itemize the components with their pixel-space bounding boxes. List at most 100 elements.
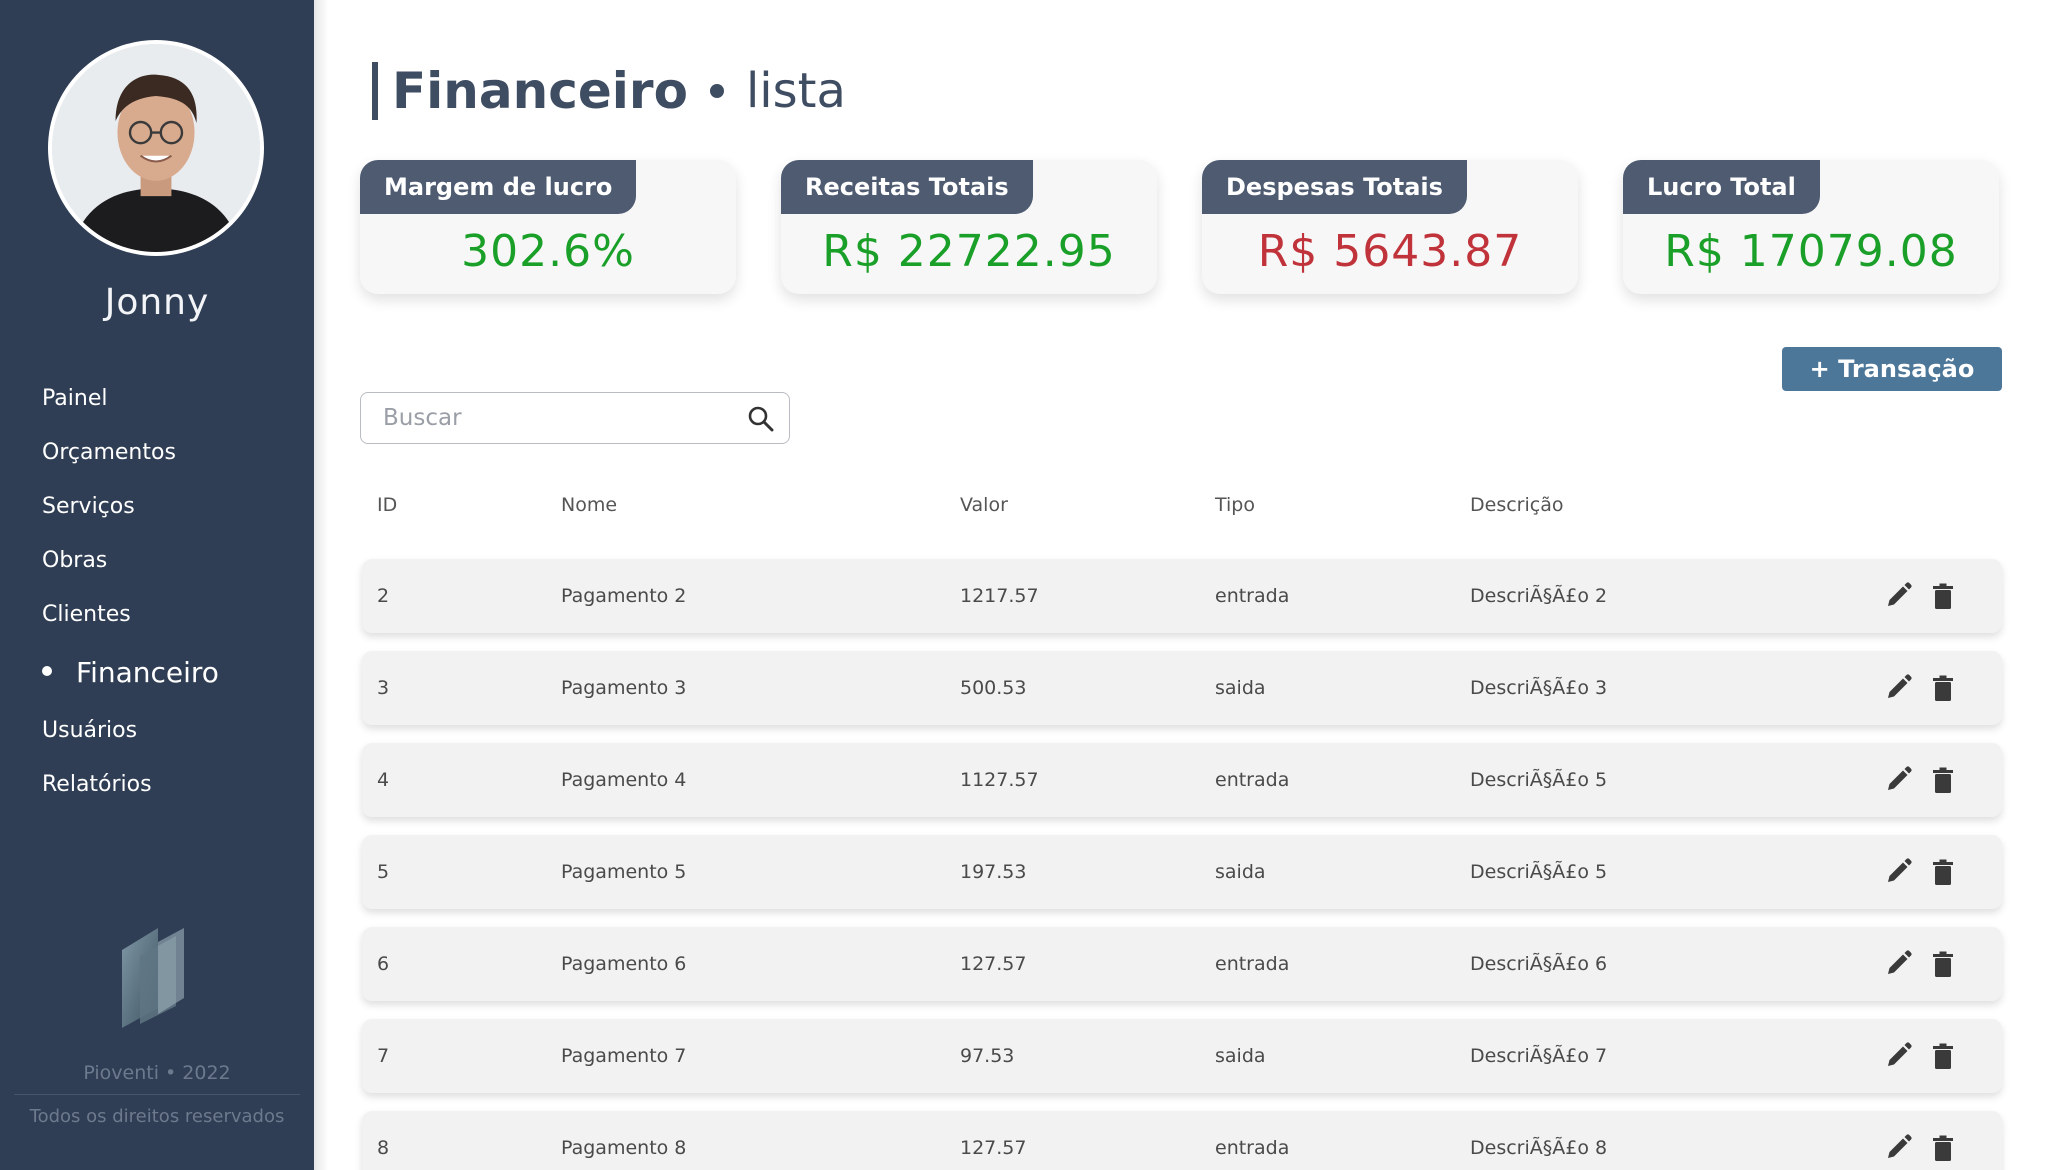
table-row: 2 Pagamento 2 1217.57 entrada DescriÃ§Ã£… (362, 559, 2002, 633)
pencil-icon[interactable] (1882, 672, 1914, 704)
search-icon[interactable] (747, 405, 775, 433)
user-name: Jonny (104, 282, 210, 323)
cell-valor: 500.53 (960, 677, 1027, 699)
cell-descricao: DescriÃ§Ã£o 6 (1470, 953, 1608, 975)
sidebar: Jonny Painel Orçamentos Serviços Obras C… (0, 0, 314, 1170)
search-input[interactable] (383, 393, 723, 443)
cell-descricao: DescriÃ§Ã£o 7 (1470, 1045, 1608, 1067)
cell-tipo: entrada (1215, 585, 1290, 607)
pencil-icon[interactable] (1882, 1132, 1914, 1164)
cell-nome: Pagamento 2 (561, 585, 687, 607)
stat-card-label: Despesas Totais (1202, 160, 1467, 214)
footer-brand: Pioventi • 2022 (83, 1062, 231, 1084)
cell-id: 7 (377, 1045, 390, 1067)
pencil-icon[interactable] (1882, 580, 1914, 612)
table-row: 7 Pagamento 7 97.53 saida DescriÃ§Ã£o 7 (362, 1019, 2002, 1093)
footer-rights: Todos os direitos reservados (29, 1106, 285, 1127)
cell-nome: Pagamento 5 (561, 861, 687, 883)
cell-nome: Pagamento 6 (561, 953, 687, 975)
cell-id: 8 (377, 1137, 390, 1159)
cell-descricao: DescriÃ§Ã£o 2 (1470, 585, 1608, 607)
pencil-icon[interactable] (1882, 764, 1914, 796)
add-transaction-button[interactable]: + Transação (1782, 347, 2002, 391)
page-title: Financeiro lista (372, 62, 846, 120)
cell-valor: 1127.57 (960, 769, 1039, 791)
column-header-tipo: Tipo (1215, 494, 1255, 516)
sidebar-item-relatorios[interactable]: Relatórios (42, 772, 152, 797)
table-row: 5 Pagamento 5 197.53 saida DescriÃ§Ã£o 5 (362, 835, 2002, 909)
cell-id: 6 (377, 953, 390, 975)
cell-tipo: entrada (1215, 1137, 1290, 1159)
cell-tipo: entrada (1215, 953, 1290, 975)
stat-card-value: 302.6% (461, 226, 635, 277)
cell-nome: Pagamento 4 (561, 769, 687, 791)
cell-nome: Pagamento 3 (561, 677, 687, 699)
stat-card-lucro: Lucro Total R$ 17079.08 (1623, 160, 1999, 294)
cell-descricao: DescriÃ§Ã£o 5 (1470, 769, 1608, 791)
user-photo (52, 44, 260, 252)
stat-card-value: R$ 17079.08 (1664, 226, 1958, 277)
cell-id: 2 (377, 585, 390, 607)
cell-valor: 127.57 (960, 953, 1027, 975)
stat-card-margem: Margem de lucro 302.6% (360, 160, 736, 294)
stat-card-value: R$ 22722.95 (822, 226, 1116, 277)
trash-icon[interactable] (1927, 672, 1959, 704)
footer-divider (14, 1094, 300, 1095)
page-title-main: Financeiro (392, 62, 688, 120)
active-indicator-dot (42, 666, 52, 676)
cell-descricao: DescriÃ§Ã£o 3 (1470, 677, 1608, 699)
table-row: 6 Pagamento 6 127.57 entrada DescriÃ§Ã£o… (362, 927, 2002, 1001)
column-header-nome: Nome (561, 494, 618, 516)
cell-id: 5 (377, 861, 390, 883)
sidebar-item-painel[interactable]: Painel (42, 386, 107, 411)
cell-id: 3 (377, 677, 390, 699)
stat-card-despesas: Despesas Totais R$ 5643.87 (1202, 160, 1578, 294)
table-row: 4 Pagamento 4 1127.57 entrada DescriÃ§Ã£… (362, 743, 2002, 817)
table-row: 8 Pagamento 8 127.57 entrada DescriÃ§Ã£o… (362, 1111, 2002, 1170)
sidebar-item-servicos[interactable]: Serviços (42, 494, 135, 519)
column-header-descricao: Descrição (1470, 494, 1564, 516)
cell-tipo: saida (1215, 1045, 1266, 1067)
cell-id: 4 (377, 769, 390, 791)
pencil-icon[interactable] (1882, 948, 1914, 980)
cell-nome: Pagamento 7 (561, 1045, 687, 1067)
title-separator-dot (709, 84, 724, 98)
sidebar-item-obras[interactable]: Obras (42, 548, 107, 573)
stat-card-label: Lucro Total (1623, 160, 1820, 214)
trash-icon[interactable] (1927, 948, 1959, 980)
trash-icon[interactable] (1927, 1132, 1959, 1164)
sidebar-item-clientes[interactable]: Clientes (42, 602, 131, 627)
trash-icon[interactable] (1927, 764, 1959, 796)
stat-card-label: Receitas Totais (781, 160, 1033, 214)
column-header-id: ID (377, 494, 398, 516)
page-title-subtitle: lista (745, 63, 846, 119)
cell-tipo: saida (1215, 677, 1266, 699)
cell-valor: 97.53 (960, 1045, 1015, 1067)
cell-valor: 1217.57 (960, 585, 1039, 607)
cell-descricao: DescriÃ§Ã£o 5 (1470, 861, 1608, 883)
stat-card-value: R$ 5643.87 (1257, 226, 1523, 277)
avatar[interactable] (48, 40, 264, 256)
table-row: 3 Pagamento 3 500.53 saida DescriÃ§Ã£o 3 (362, 651, 2002, 725)
company-logo-icon (122, 928, 184, 1028)
cell-nome: Pagamento 8 (561, 1137, 687, 1159)
cell-valor: 127.57 (960, 1137, 1027, 1159)
sidebar-item-label: Financeiro (76, 656, 219, 689)
trash-icon[interactable] (1927, 1040, 1959, 1072)
search-box (360, 392, 790, 444)
pencil-icon[interactable] (1882, 856, 1914, 888)
trash-icon[interactable] (1927, 856, 1959, 888)
cell-tipo: entrada (1215, 769, 1290, 791)
column-header-valor: Valor (960, 494, 1008, 516)
cell-valor: 197.53 (960, 861, 1027, 883)
stat-card-receitas: Receitas Totais R$ 22722.95 (781, 160, 1157, 294)
sidebar-item-usuarios[interactable]: Usuários (42, 718, 137, 743)
pencil-icon[interactable] (1882, 1040, 1914, 1072)
trash-icon[interactable] (1927, 580, 1959, 612)
sidebar-item-financeiro[interactable]: Financeiro (42, 656, 219, 689)
sidebar-item-orcamentos[interactable]: Orçamentos (42, 440, 176, 465)
sidebar-shadow (314, 0, 328, 1170)
cell-tipo: saida (1215, 861, 1266, 883)
stat-card-label: Margem de lucro (360, 160, 637, 214)
cell-descricao: DescriÃ§Ã£o 8 (1470, 1137, 1608, 1159)
